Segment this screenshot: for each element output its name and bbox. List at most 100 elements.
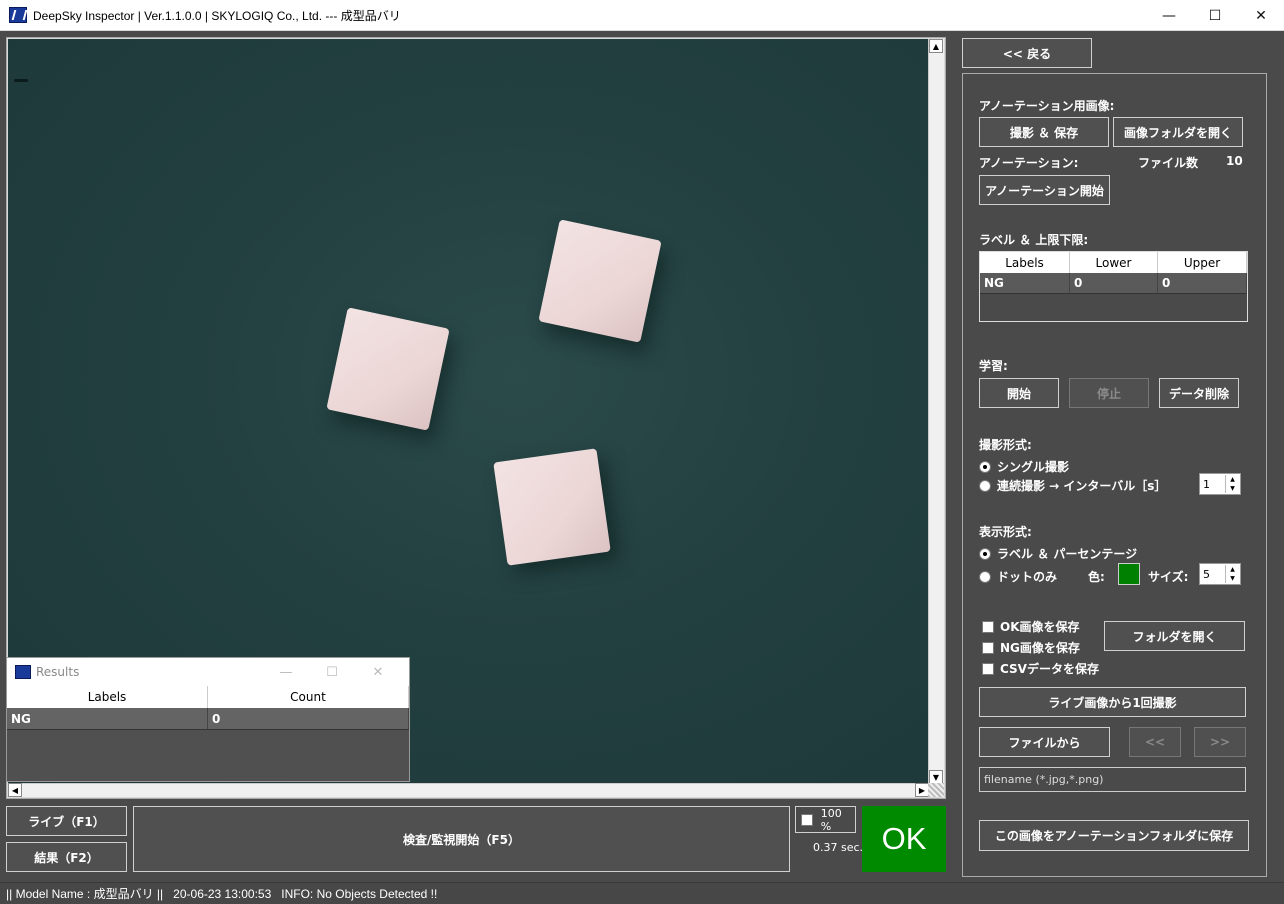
zoom-toggle[interactable]: 100 % xyxy=(795,806,856,833)
dust-speck xyxy=(14,79,28,82)
horizontal-scrollbar[interactable]: ◀ ▶ xyxy=(8,783,929,797)
radio-selected-icon[interactable] xyxy=(979,547,991,560)
results-window-controls: — ☐ ✕ xyxy=(263,658,401,686)
checkbox-icon[interactable] xyxy=(982,641,994,654)
dot-size-value: 5 xyxy=(1203,567,1210,581)
column-header-labels[interactable]: Labels xyxy=(7,686,208,708)
save-to-annotation-button[interactable]: この画像をアノーテーションフォルダに保存 xyxy=(979,820,1249,851)
dot-size-stepper[interactable]: 5 ▲ ▼ xyxy=(1199,563,1241,585)
save-csv-checkbox[interactable]: CSVデータを保存 xyxy=(982,660,1099,677)
radio-icon[interactable] xyxy=(979,479,991,492)
scroll-left-icon[interactable]: ◀ xyxy=(8,783,22,797)
checkbox-icon[interactable] xyxy=(982,662,994,675)
cell-upper[interactable]: 0 xyxy=(1158,273,1247,294)
checkbox-icon[interactable] xyxy=(982,620,994,633)
delete-data-button[interactable]: データ削除 xyxy=(1159,378,1239,408)
table-row[interactable]: NG 0 0 xyxy=(980,273,1247,294)
column-header-upper[interactable]: Upper xyxy=(1158,252,1247,273)
live-button[interactable]: ライブ（F1） xyxy=(6,806,127,836)
label-percentage-radio[interactable]: ラベル ＆ パーセンテージ xyxy=(979,545,1137,562)
filename-field[interactable]: filename (*.jpg,*.png) xyxy=(979,767,1246,792)
molded-part xyxy=(493,448,611,566)
from-file-button[interactable]: ファイルから xyxy=(979,727,1110,757)
cell-count: 0 xyxy=(208,708,409,729)
learning-stop-button[interactable]: 停止 xyxy=(1069,378,1149,408)
close-button[interactable]: ✕ xyxy=(355,665,401,680)
results-window[interactable]: Results — ☐ ✕ Labels Count NG 0 xyxy=(6,657,410,782)
minimize-button[interactable]: — xyxy=(1146,0,1192,31)
learning-start-button[interactable]: 開始 xyxy=(979,378,1059,408)
file-count-label: ファイル数 xyxy=(1138,156,1199,170)
column-header-lower[interactable]: Lower xyxy=(1070,252,1158,273)
radio-selected-icon[interactable] xyxy=(979,460,991,473)
interval-stepper[interactable]: 1 ▲ ▼ xyxy=(1199,473,1241,495)
open-image-folder-button[interactable]: 画像フォルダを開く xyxy=(1113,117,1243,147)
back-button[interactable]: << 戻る xyxy=(962,38,1092,68)
learning-label: 学習: xyxy=(979,359,1008,373)
annotation-images-label: アノーテーション用画像: xyxy=(979,99,1115,113)
model-name: || Model Name : 成型品バリ || xyxy=(6,887,164,901)
scroll-down-icon[interactable]: ▼ xyxy=(929,770,943,784)
results-table-header: Labels Count xyxy=(7,686,409,708)
cell-label[interactable]: NG xyxy=(980,273,1070,294)
capture-save-button[interactable]: 撮影 ＆ 保存 xyxy=(979,117,1109,147)
cell-lower[interactable]: 0 xyxy=(1070,273,1158,294)
zoom-checkbox[interactable] xyxy=(801,813,813,826)
title-bar: DeepSky Inspector | Ver.1.1.0.0 | SKYLOG… xyxy=(0,0,1284,31)
status-datetime: 20-06-23 13:00:53 xyxy=(173,886,272,901)
save-ng-checkbox[interactable]: NG画像を保存 xyxy=(982,639,1080,656)
display-mode-label: 表示形式: xyxy=(979,525,1032,539)
annotation-start-button[interactable]: アノーテーション開始 xyxy=(979,175,1110,205)
color-label: 色: xyxy=(1088,570,1105,584)
prev-image-button[interactable]: << xyxy=(1129,727,1181,757)
radio-icon[interactable] xyxy=(979,570,991,583)
limits-table-header: Labels Lower Upper xyxy=(980,252,1247,273)
minimize-button[interactable]: — xyxy=(263,665,309,680)
status-bar: || Model Name : 成型品バリ || 20-06-23 13:00:… xyxy=(0,882,1284,904)
inspect-start-button[interactable]: 検査/監視開始（F5） xyxy=(133,806,790,872)
save-csv-label: CSVデータを保存 xyxy=(1000,662,1099,676)
capture-mode-label: 撮影形式: xyxy=(979,438,1032,452)
molded-part xyxy=(326,307,450,431)
maximize-button[interactable]: ☐ xyxy=(1192,0,1238,31)
scroll-right-icon[interactable]: ▶ xyxy=(915,783,929,797)
status-info: INFO: No Objects Detected !! xyxy=(281,886,438,901)
window-controls: — ☐ ✕ xyxy=(1146,0,1284,31)
maximize-button[interactable]: ☐ xyxy=(309,665,355,680)
stepper-arrows-icon[interactable]: ▲ ▼ xyxy=(1225,475,1239,493)
elapsed-time: 0.37 sec. xyxy=(813,841,864,854)
single-capture-label: シングル撮影 xyxy=(997,460,1070,474)
dots-only-label: ドットのみ xyxy=(997,570,1058,584)
open-folder-button[interactable]: フォルダを開く xyxy=(1104,621,1245,651)
continuous-capture-radio[interactable]: 連続撮影 → インターバル［s］ xyxy=(979,477,1166,494)
single-capture-radio[interactable]: シングル撮影 xyxy=(979,458,1069,475)
vertical-scrollbar[interactable]: ▲ ▼ xyxy=(928,39,944,784)
resize-grip[interactable] xyxy=(928,783,944,797)
save-ng-label: NG画像を保存 xyxy=(1000,641,1080,655)
molded-part xyxy=(538,219,662,343)
app-logo-icon xyxy=(15,665,31,679)
save-ok-checkbox[interactable]: OK画像を保存 xyxy=(982,618,1080,635)
results-button[interactable]: 結果（F2） xyxy=(6,842,127,872)
capture-once-button[interactable]: ライブ画像から1回撮影 xyxy=(979,687,1246,717)
annotation-label: アノーテーション: xyxy=(979,156,1079,170)
file-count: 10 xyxy=(1226,154,1243,168)
app-logo-icon xyxy=(9,7,27,23)
table-row[interactable]: NG 0 xyxy=(7,708,409,730)
next-image-button[interactable]: >> xyxy=(1194,727,1246,757)
verdict-badge: OK xyxy=(862,806,946,872)
column-header-labels[interactable]: Labels xyxy=(980,252,1070,273)
column-header-count[interactable]: Count xyxy=(208,686,409,708)
close-button[interactable]: ✕ xyxy=(1238,0,1284,31)
cell-label: NG xyxy=(7,708,208,729)
zoom-value: 100 % xyxy=(820,806,842,833)
save-ok-label: OK画像を保存 xyxy=(1000,620,1080,634)
results-title-bar[interactable]: Results — ☐ ✕ xyxy=(7,658,409,686)
scroll-up-icon[interactable]: ▲ xyxy=(929,39,943,53)
interval-value: 1 xyxy=(1203,477,1210,491)
continuous-capture-label: 連続撮影 → インターバル［s］ xyxy=(997,479,1167,493)
stepper-arrows-icon[interactable]: ▲ ▼ xyxy=(1225,565,1239,583)
label-limits-table[interactable]: Labels Lower Upper NG 0 0 xyxy=(979,251,1248,322)
dot-color-swatch[interactable] xyxy=(1118,563,1140,585)
dots-only-radio[interactable]: ドットのみ xyxy=(979,568,1057,585)
